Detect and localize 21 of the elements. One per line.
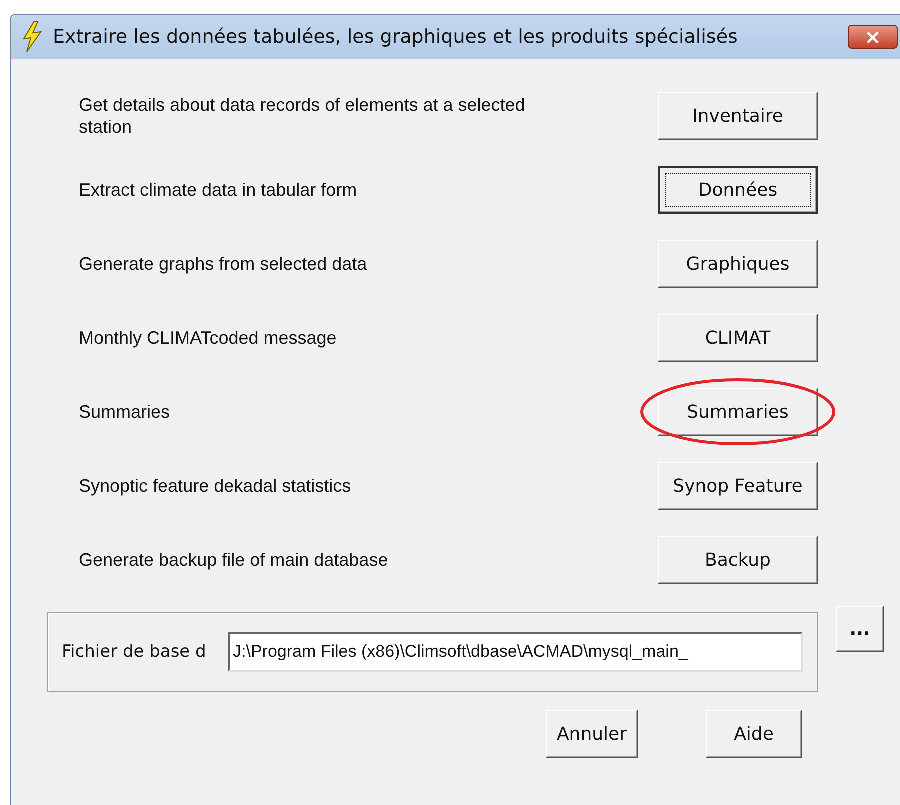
action-button[interactable]: CLIMAT xyxy=(658,314,818,362)
action-button[interactable]: Graphiques xyxy=(658,240,818,288)
dialog-button[interactable]: Annuler xyxy=(546,710,638,758)
browse-button[interactable]: ... xyxy=(836,606,884,652)
action-button[interactable]: Summaries xyxy=(658,388,818,436)
window-title: Extraire les données tabulées, les graphiques et les produits spécialisés xyxy=(53,26,738,48)
action-button[interactable]: Synop Feature xyxy=(658,462,818,510)
action-description: Synoptic feature dekadal statistics xyxy=(79,475,352,497)
lightning-icon xyxy=(21,21,43,53)
dialog-button[interactable]: Aide xyxy=(706,710,802,758)
action-description: Extract climate data in tabular form xyxy=(79,179,358,201)
file-path-field[interactable]: J:\Program Files (x86)\Climsoft\dbase\ACMAD\mysql_main_ xyxy=(228,632,803,672)
action-description: Generate backup file of main database xyxy=(79,549,390,571)
action-description: Generate graphs from selected data xyxy=(79,253,368,275)
action-button[interactable]: Données xyxy=(658,166,818,214)
action-description: Get details about data records of elements at a selected station xyxy=(79,94,526,138)
field-label: Fichier de base d xyxy=(62,642,208,662)
action-button[interactable]: Backup xyxy=(658,536,818,584)
action-button[interactable]: Inventaire xyxy=(658,92,818,140)
action-description: Monthly CLIMATcoded message xyxy=(79,327,338,349)
action-description: Summaries xyxy=(79,401,172,423)
